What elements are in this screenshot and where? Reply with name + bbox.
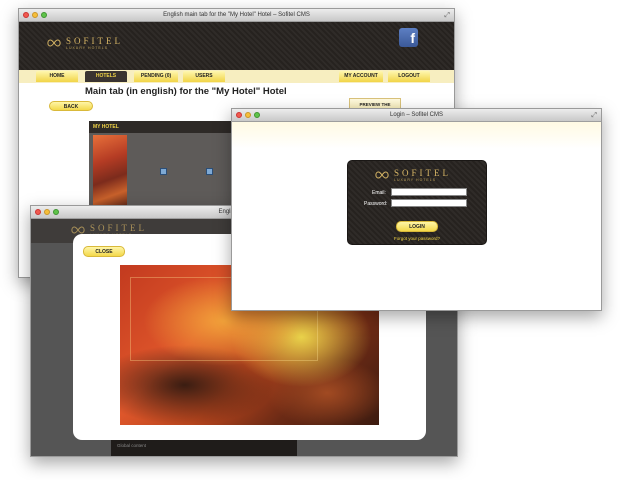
brand-name: SOFITEL (90, 223, 147, 233)
tab-home[interactable]: HOME (36, 71, 78, 82)
login-titlebar[interactable]: Login – Sofitel CMS ⤢ (232, 109, 601, 122)
panel-header: MY HOTEL (89, 121, 239, 133)
minimize-window-icon[interactable] (245, 112, 251, 118)
close-window-icon[interactable] (236, 112, 242, 118)
login-button[interactable]: LOGIN (396, 221, 438, 232)
window-title: English main tab for the "My Hotel" Hote… (163, 12, 310, 18)
email-label: Email: (372, 190, 386, 196)
sofitel-logo-icon (71, 226, 85, 234)
page-title: Main tab (in english) for the "My Hotel"… (85, 86, 287, 97)
password-label: Password: (364, 201, 388, 207)
back-button[interactable]: BACK (49, 101, 93, 111)
tab-hotels[interactable]: HOTELS (85, 71, 127, 82)
tab-users[interactable]: USERS (183, 71, 225, 82)
sofitel-logo-icon (375, 171, 389, 179)
brand-name: SOFITEL (66, 36, 123, 46)
close-window-icon[interactable] (23, 12, 29, 18)
sofitel-logo[interactable]: SOFITEL LUXURY HOTELS (47, 36, 123, 50)
tab-my-account[interactable]: MY ACCOUNT (339, 71, 383, 82)
password-field[interactable] (391, 199, 467, 207)
forgot-password-link[interactable]: Forgot your password? (394, 236, 440, 241)
close-button[interactable]: CLOSE (83, 246, 125, 257)
hotel-panel: MY HOTEL (89, 121, 239, 211)
edit-icon[interactable] (160, 168, 167, 175)
cms-titlebar[interactable]: English main tab for the "My Hotel" Hote… (19, 9, 454, 22)
login-window: Login – Sofitel CMS ⤢ SOFITEL LUXURY HOT… (231, 108, 602, 311)
window-controls (23, 12, 47, 18)
login-box: SOFITEL LUXURY HOTELS Email: Password: L… (347, 160, 487, 245)
sofitel-logo-icon (47, 39, 61, 47)
minimize-window-icon[interactable] (32, 12, 38, 18)
panel-title: MY HOTEL (93, 124, 119, 130)
zoom-window-icon[interactable] (53, 209, 59, 215)
fullscreen-icon[interactable]: ⤢ (444, 12, 450, 19)
window-controls (236, 112, 260, 118)
window-title: Login – Sofitel CMS (389, 112, 444, 118)
window-controls (35, 209, 59, 215)
facebook-icon[interactable]: f (399, 28, 418, 47)
edit-icon[interactable] (206, 168, 213, 175)
minimize-window-icon[interactable] (44, 209, 50, 215)
brand-tagline: LUXURY HOTELS (66, 46, 109, 50)
tab-pending[interactable]: PENDING (0) (134, 71, 178, 82)
email-field[interactable] (391, 188, 467, 196)
hotel-thumbnail[interactable] (93, 135, 127, 207)
tab-logout[interactable]: LOGOUT (388, 71, 430, 82)
zoom-window-icon[interactable] (254, 112, 260, 118)
sofitel-logo: SOFITEL LUXURY HOTELS (375, 168, 451, 182)
brand-name: SOFITEL (394, 168, 451, 178)
fullscreen-icon[interactable]: ⤢ (591, 112, 597, 119)
footer-text: Global content (117, 443, 147, 448)
cms-header: SOFITEL LUXURY HOTELS f (19, 22, 454, 70)
brand-tagline: LUXURY HOTELS (394, 178, 437, 182)
close-window-icon[interactable] (35, 209, 41, 215)
dimmed-footer: Global content (111, 438, 297, 456)
zoom-window-icon[interactable] (41, 12, 47, 18)
